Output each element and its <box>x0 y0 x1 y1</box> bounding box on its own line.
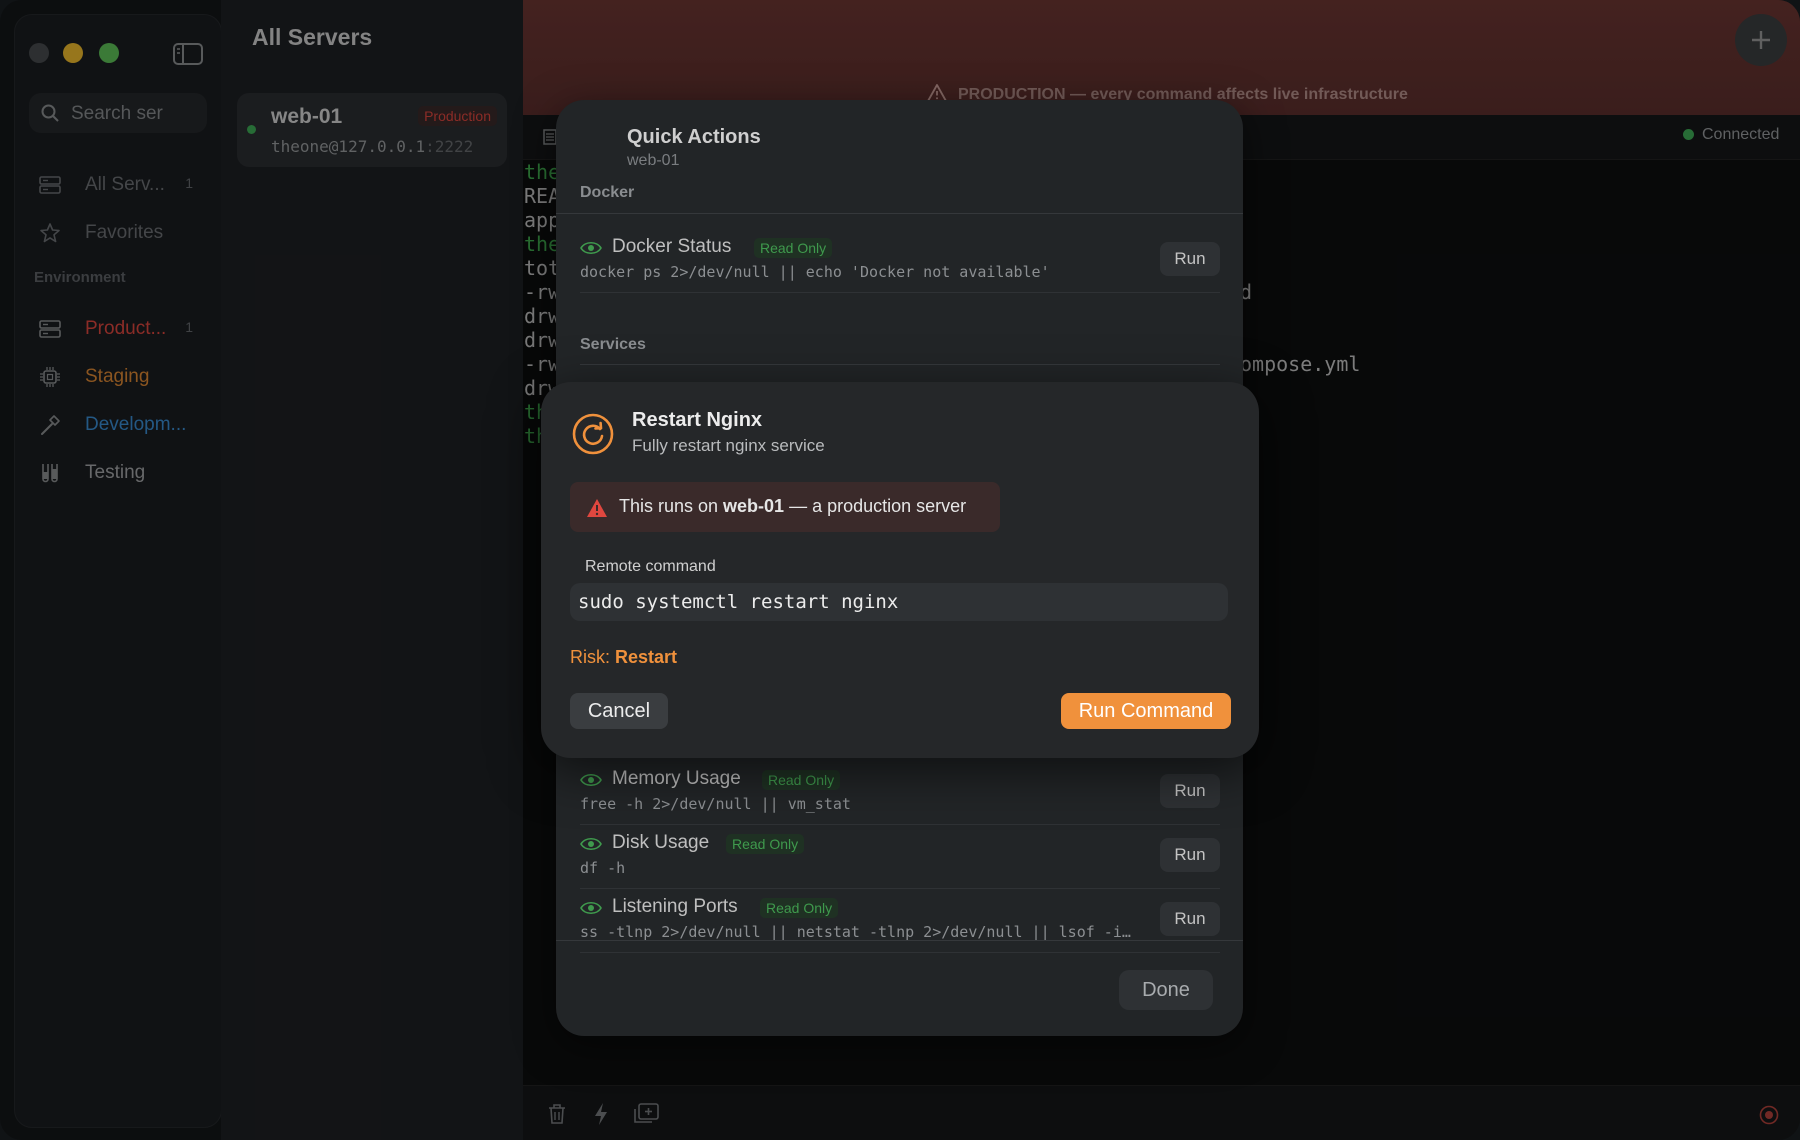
risk-value: Restart <box>615 647 678 667</box>
run-button[interactable]: Run <box>1160 838 1220 872</box>
sheet-subtitle: web-01 <box>627 152 680 169</box>
read-only-badge: Read Only <box>762 770 841 790</box>
command-label: Remote command <box>585 558 716 575</box>
read-only-badge: Read Only <box>726 834 805 854</box>
eye-icon <box>580 900 602 921</box>
run-button[interactable]: Run <box>1160 242 1220 276</box>
action-command: free -h 2>/dev/null || vm_stat <box>580 795 851 813</box>
quick-action-docker-status: Docker Status Read Only docker ps 2>/dev… <box>580 228 1220 293</box>
risk-level: Risk: Restart <box>570 647 677 668</box>
eye-icon <box>580 836 602 857</box>
warning-text: This runs on web-01 — a production serve… <box>619 496 966 517</box>
quick-action-memory-usage: Memory Usage Read Only free -h 2>/dev/nu… <box>580 760 1220 825</box>
section-docker: Docker <box>580 184 635 201</box>
quick-action-listening-ports: Listening Ports Read Only ss -tlnp 2>/de… <box>580 888 1220 953</box>
dialog-title: Restart Nginx <box>632 409 763 431</box>
read-only-badge: Read Only <box>760 898 839 918</box>
done-button[interactable]: Done <box>1119 970 1213 1010</box>
eye-icon <box>580 772 602 793</box>
sheet-title: Quick Actions <box>627 126 761 148</box>
divider <box>580 364 1220 365</box>
command-value: sudo systemctl restart nginx <box>578 591 899 613</box>
action-command: docker ps 2>/dev/null || echo 'Docker no… <box>580 263 1050 281</box>
run-button[interactable]: Run <box>1160 774 1220 808</box>
action-name: Disk Usage <box>612 832 710 853</box>
action-name: Docker Status <box>612 236 732 257</box>
app-window: Search ser All Serv... 1 Favorites Envir… <box>0 0 1800 1140</box>
cancel-button[interactable]: Cancel <box>570 693 668 729</box>
confirm-command-dialog: Restart Nginx Fully restart nginx servic… <box>541 382 1259 758</box>
warning-prefix: This runs on <box>619 496 724 516</box>
divider <box>556 940 1243 941</box>
risk-label: Risk: <box>570 647 615 667</box>
action-command: df -h <box>580 859 626 877</box>
quick-action-disk-usage: Disk Usage Read Only df -h Run <box>580 824 1220 889</box>
command-field[interactable]: sudo systemctl restart nginx <box>570 583 1228 621</box>
action-command: ss -tlnp 2>/dev/null || netstat -tlnp 2>… <box>580 923 1131 941</box>
dialog-subtitle: Fully restart nginx service <box>632 436 825 455</box>
action-name: Memory Usage <box>612 768 741 789</box>
production-warning-box: This runs on web-01 — a production serve… <box>570 482 1000 532</box>
divider <box>556 213 1243 214</box>
run-command-button[interactable]: Run Command <box>1061 693 1231 729</box>
section-services: Services <box>580 336 646 353</box>
warning-triangle-icon <box>586 498 608 523</box>
eye-icon <box>580 240 602 261</box>
warning-suffix: — a production server <box>784 496 967 516</box>
restart-icon <box>572 413 614 460</box>
read-only-badge: Read Only <box>754 238 833 258</box>
run-button[interactable]: Run <box>1160 902 1220 936</box>
action-name: Listening Ports <box>612 896 738 917</box>
warning-server: web-01 <box>723 496 785 516</box>
